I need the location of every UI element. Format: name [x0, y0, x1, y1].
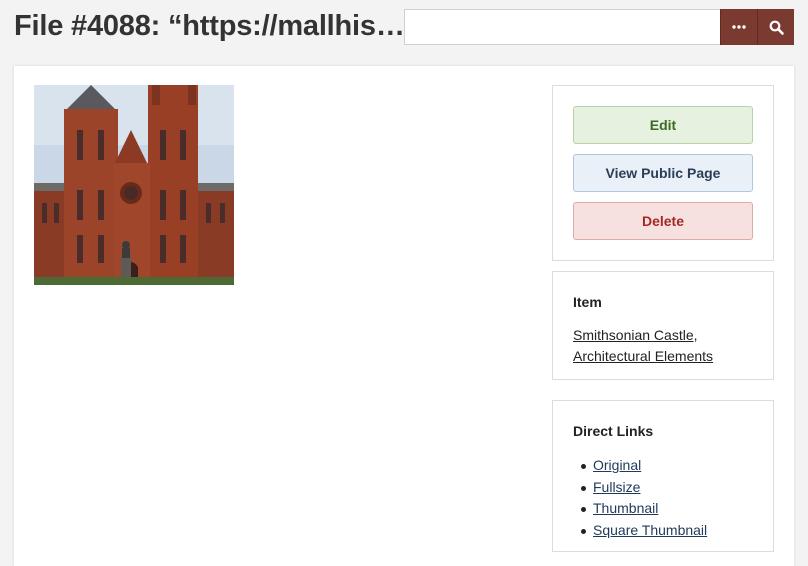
- search-input[interactable]: [404, 9, 721, 45]
- content-panel: Edit View Public Page Delete Item Smiths…: [14, 66, 794, 566]
- castle-image: [34, 85, 234, 285]
- advanced-search-button[interactable]: [720, 9, 758, 45]
- top-bar: File #4088: “https://mallhis…: [0, 0, 808, 56]
- view-public-page-button[interactable]: View Public Page: [573, 154, 753, 192]
- search-submit-button[interactable]: [757, 9, 794, 45]
- list-item: Fullsize: [573, 477, 707, 499]
- bullet: [581, 507, 586, 512]
- bullet: [581, 485, 586, 491]
- link-thumbnail[interactable]: Thumbnail: [593, 500, 658, 516]
- list-item: Square Thumbnail: [573, 520, 707, 542]
- search-form: [404, 9, 794, 45]
- link-original[interactable]: Original: [593, 457, 641, 473]
- direct-links-heading: Direct Links: [573, 423, 654, 439]
- ellipsis-icon: [732, 25, 746, 29]
- edit-button[interactable]: Edit: [573, 106, 753, 144]
- direct-links-card: Direct Links Original Fullsize Thumbnail…: [552, 400, 774, 552]
- search-icon: [769, 20, 784, 35]
- page-title: File #4088: “https://mallhis…: [14, 10, 405, 42]
- list-item: Original: [573, 455, 707, 477]
- list-item: Thumbnail: [573, 498, 707, 520]
- bullet: [581, 528, 586, 534]
- link-square-thumbnail[interactable]: Square Thumbnail: [593, 522, 707, 538]
- file-thumbnail[interactable]: [34, 85, 234, 285]
- item-heading: Item: [573, 294, 602, 310]
- link-fullsize[interactable]: Fullsize: [593, 479, 640, 495]
- delete-button[interactable]: Delete: [573, 202, 753, 240]
- direct-links-list: Original Fullsize Thumbnail Square Thumb…: [573, 455, 707, 541]
- item-card: Item Smithsonian Castle, Architectural E…: [552, 271, 774, 380]
- bullet: [581, 464, 586, 469]
- item-link[interactable]: Smithsonian Castle, Architectural Elemen…: [573, 325, 763, 367]
- actions-card: Edit View Public Page Delete: [552, 85, 774, 261]
